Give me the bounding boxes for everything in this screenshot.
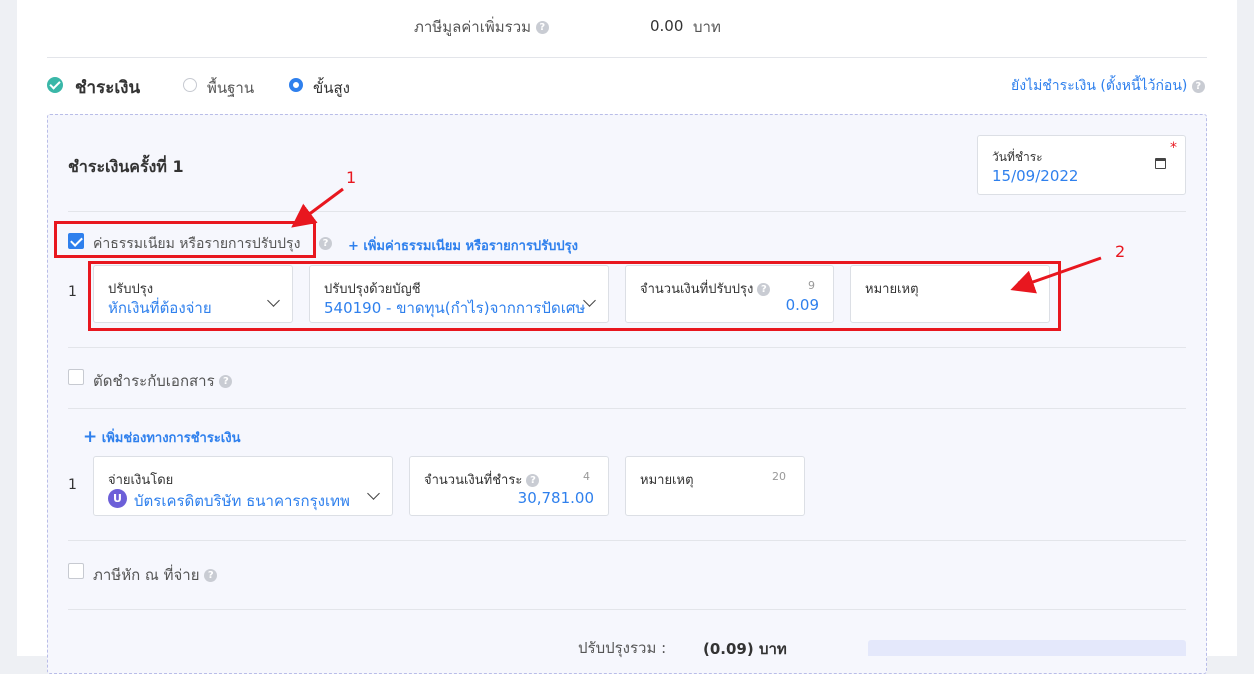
annotation-arrow-2 (1010, 256, 1102, 294)
annotation-arrows (291, 187, 1102, 294)
annotation-arrow-1 (291, 187, 344, 228)
